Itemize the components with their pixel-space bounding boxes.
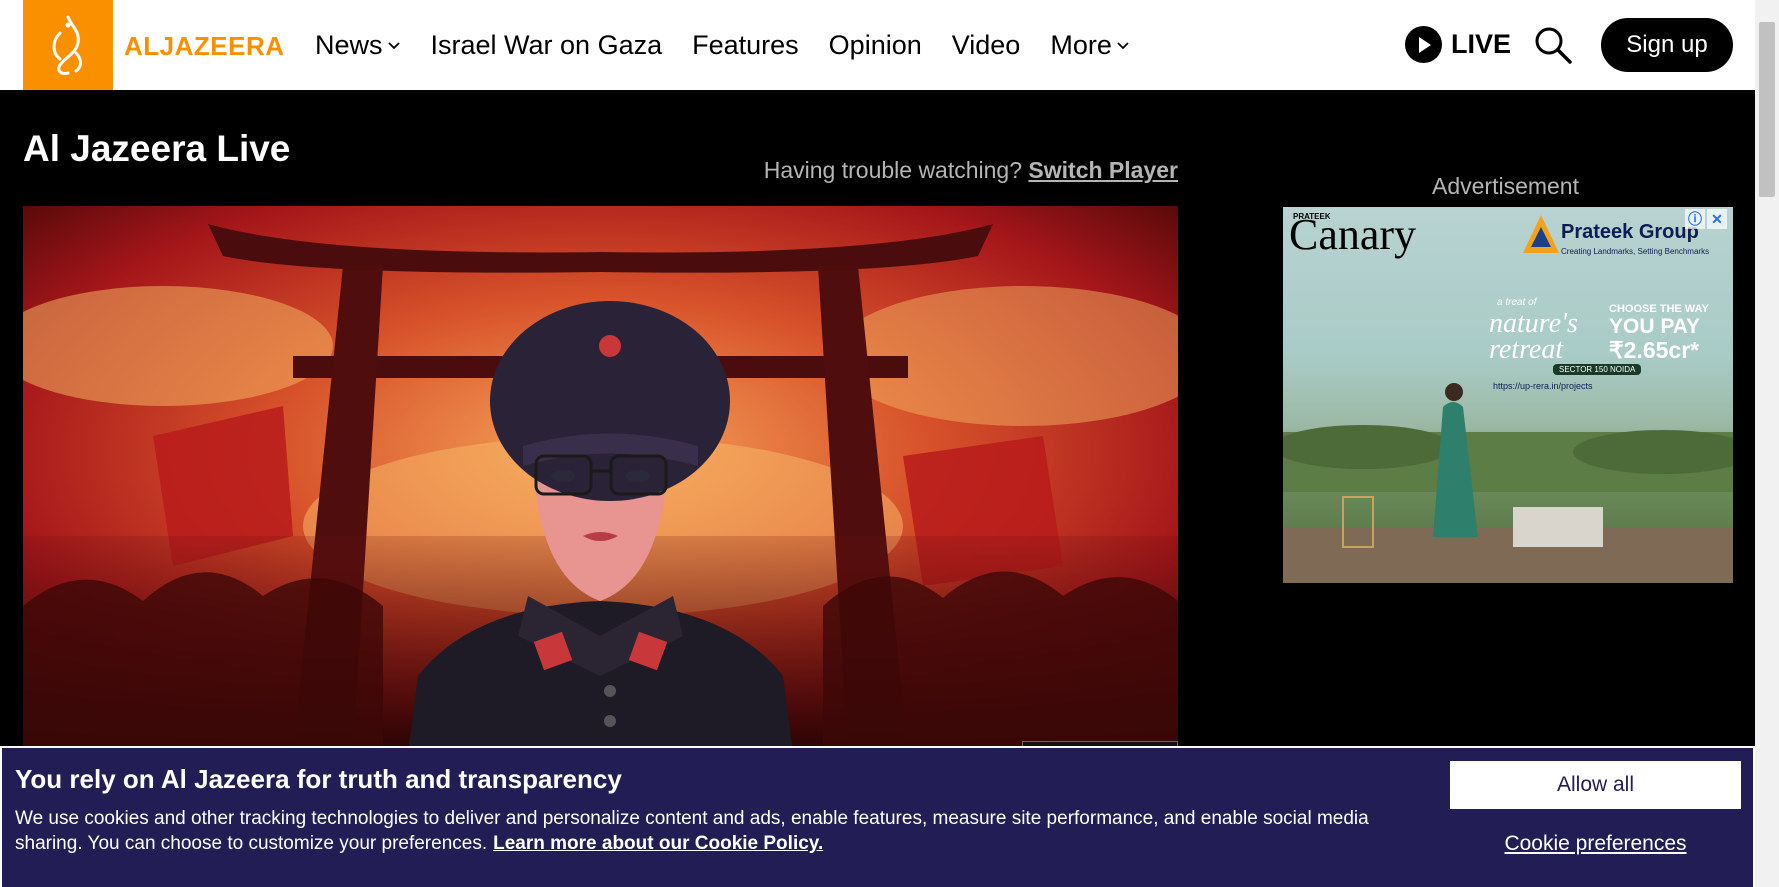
scrollbar-thumb[interactable] [1759, 22, 1775, 197]
nav-item-news[interactable]: News [315, 30, 401, 61]
ad-url: https://up-rera.in/projects [1493, 381, 1593, 391]
trouble-text: Having trouble watching? [763, 157, 1023, 183]
ad-pay-line2: YOU PAY [1609, 315, 1701, 338]
advertisement-label: Advertisement [1431, 173, 1579, 199]
page-title: Al Jazeera Live [23, 128, 291, 169]
ad-sector-badge: SECTOR 150 NOIDA [1553, 364, 1642, 375]
live-label: LIVE [1451, 29, 1512, 59]
cookie-preferences-button[interactable]: Cookie preferences [1450, 826, 1741, 862]
chevron-down-icon [387, 42, 400, 50]
aljazeera-logo-icon[interactable] [23, 0, 113, 90]
main-nav: News Israel War on Gaza Features Opinion… [315, 0, 1160, 90]
ad-close-icon[interactable]: ✕ [1707, 209, 1727, 229]
ad-group-name: Prateek Group [1561, 221, 1699, 243]
nav-label: Opinion [828, 29, 922, 60]
cookie-policy-link[interactable]: Learn more about our Cookie Policy. [493, 833, 823, 854]
allow-all-button[interactable]: Allow all [1450, 761, 1741, 809]
page-scrollbar[interactable] [1755, 0, 1779, 887]
video-frame-illustration [23, 206, 1178, 752]
nav-item-video[interactable]: Video [952, 30, 1021, 61]
play-icon [1405, 26, 1442, 63]
logo-emblem-icon [52, 15, 82, 75]
nav-item-features[interactable]: Features [692, 30, 799, 61]
cookie-title: You rely on Al Jazeera for truth and tra… [15, 764, 622, 794]
nav-label: Israel War on Gaza [430, 29, 663, 60]
ad-headline-prefix: a treat of [1497, 297, 1537, 308]
logo-wordmark[interactable]: ALJAZEERA [124, 31, 285, 62]
switch-player-link[interactable]: Switch Player [1028, 157, 1178, 183]
nav-item-more[interactable]: More [1050, 30, 1130, 61]
chevron-down-icon [1117, 42, 1129, 50]
ad-background-illustration [1283, 383, 1733, 583]
nav-item-opinion[interactable]: Opinion [829, 30, 922, 61]
prateek-group-logo-icon [1523, 215, 1559, 253]
nav-label: News [315, 29, 383, 60]
ad-headline: nature's retreat [1489, 308, 1578, 365]
nav-item-israel-war-on-gaza[interactable]: Israel War on Gaza [431, 30, 663, 61]
live-button[interactable]: LIVE [1405, 26, 1511, 63]
site-header: ALJAZEERA News Israel War on Gaza Featur… [0, 0, 1755, 90]
ad-info-icon[interactable]: ⓘ [1685, 209, 1705, 229]
player-help-text: Having trouble watching? Switch Player [764, 157, 1178, 184]
ad-brand: Canary [1289, 210, 1417, 259]
cookie-banner: You rely on Al Jazeera for truth and tra… [0, 746, 1755, 887]
ad-price: ₹2.65cr* [1609, 337, 1700, 363]
sign-up-button[interactable]: Sign up [1601, 18, 1733, 72]
nav-label: More [1050, 29, 1112, 60]
ad-pay-line1: CHOOSE THE WAY [1609, 303, 1709, 315]
live-video-player[interactable] [23, 206, 1178, 752]
search-icon[interactable] [1533, 25, 1573, 65]
ad-group-tagline: Creating Landmarks, Setting Benchmarks [1561, 247, 1710, 256]
advertisement-banner[interactable]: PRATEEK Canary Prateek Group Creating La… [1283, 207, 1733, 583]
cookie-description: We use cookies and other tracking techno… [15, 806, 1375, 856]
ad-controls: ⓘ ✕ [1685, 209, 1729, 231]
nav-label: Video [951, 29, 1021, 60]
nav-label: Features [692, 29, 799, 60]
